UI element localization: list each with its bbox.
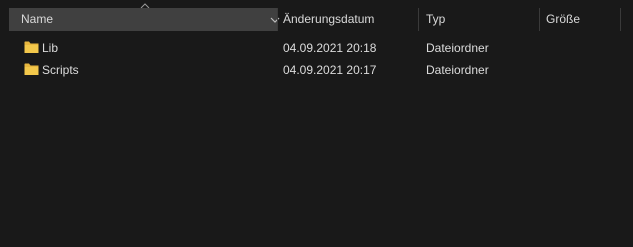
column-header-row: Name Änderungsdatum Typ Größe xyxy=(0,8,633,31)
column-header-date[interactable]: Änderungsdatum xyxy=(277,8,418,31)
column-divider[interactable] xyxy=(620,8,621,31)
file-date: 04.09.2021 20:18 xyxy=(283,41,377,55)
list-item[interactable]: Lib 04.09.2021 20:18 Dateiordner xyxy=(0,37,633,59)
file-name: Lib xyxy=(42,41,59,55)
file-explorer-list: Name Änderungsdatum Typ Größe Lib 04.09.… xyxy=(0,0,633,247)
file-list: Lib 04.09.2021 20:18 Dateiordner Scripts… xyxy=(0,37,633,81)
file-date: 04.09.2021 20:17 xyxy=(283,63,377,77)
file-type: Dateiordner xyxy=(426,41,489,55)
column-header-type-label: Typ xyxy=(426,12,446,26)
file-type: Dateiordner xyxy=(426,63,489,77)
column-header-name[interactable]: Name xyxy=(9,8,280,31)
folder-icon xyxy=(24,41,39,53)
file-name: Scripts xyxy=(42,63,79,77)
column-header-type[interactable]: Typ xyxy=(419,8,539,31)
column-header-size-label: Größe xyxy=(546,12,581,26)
column-header-name-label: Name xyxy=(21,12,54,26)
folder-icon xyxy=(24,63,39,75)
column-header-date-label: Änderungsdatum xyxy=(283,12,375,26)
list-item[interactable]: Scripts 04.09.2021 20:17 Dateiordner xyxy=(0,59,633,81)
